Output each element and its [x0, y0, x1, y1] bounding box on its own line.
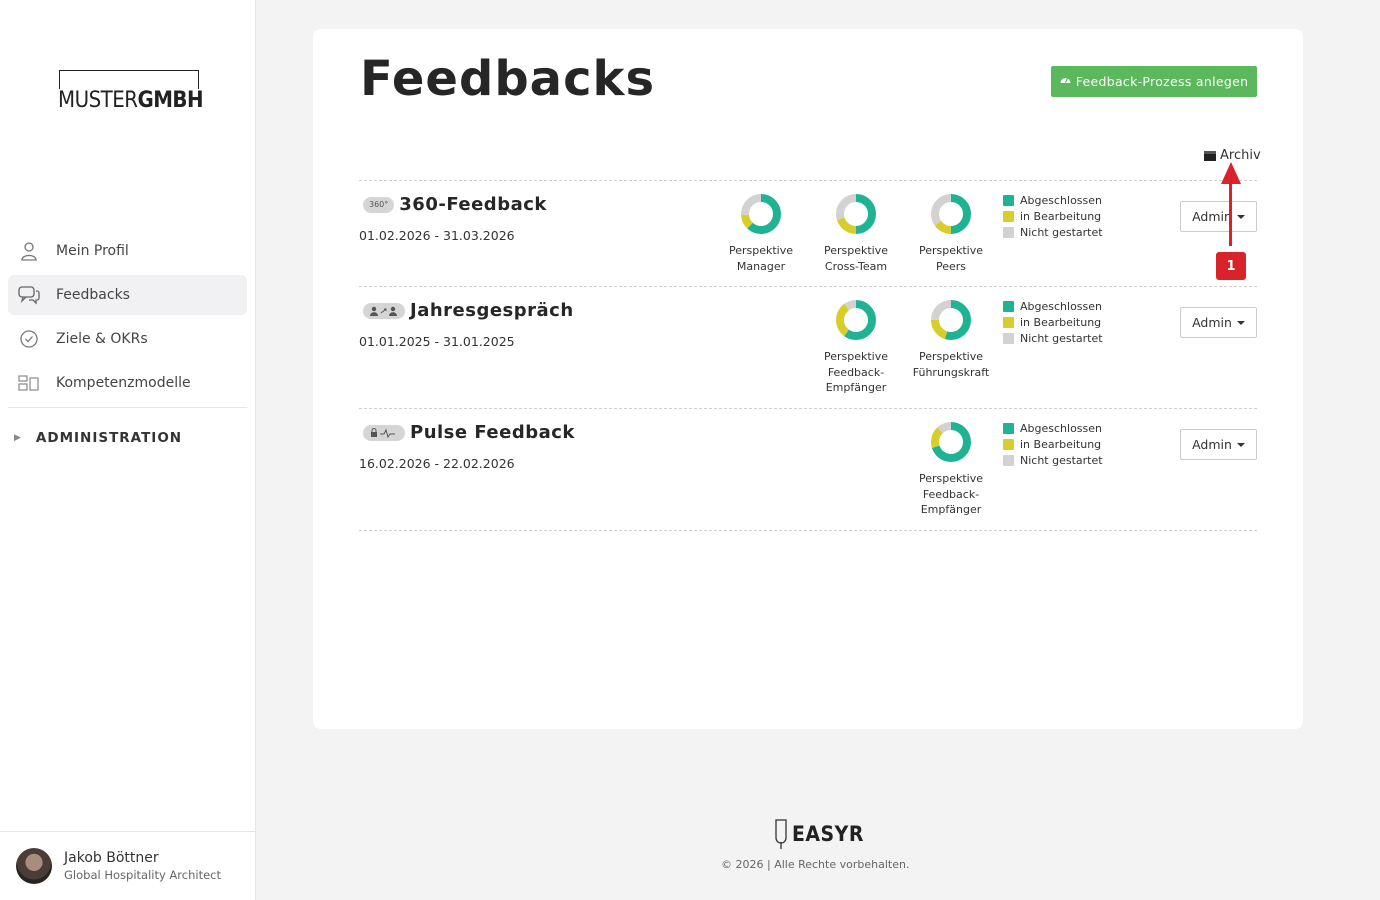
people-exchange-icon — [363, 302, 405, 319]
admin-dropdown-button[interactable]: Admin — [1180, 307, 1257, 338]
user-name: Jakob Böttner — [64, 850, 159, 866]
process-row-pulse: Pulse Feedback 16.02.2026 - 22.02.2026 P… — [359, 408, 1257, 530]
check-circle-icon — [18, 328, 40, 350]
sidebar-item-mein-profil[interactable]: Mein Profil — [8, 231, 247, 271]
sidebar-item-label: Mein Profil — [56, 243, 129, 259]
logo-text-bold: GMBH — [137, 88, 204, 113]
donut-chart — [931, 300, 971, 340]
footer-logo: EASYR — [772, 818, 864, 850]
archive-box-icon — [1204, 150, 1216, 161]
dashboard-icon — [1060, 75, 1071, 88]
process-name: Pulse Feedback — [410, 422, 575, 443]
annotation-badge: 1 — [1216, 252, 1246, 280]
company-logo[interactable]: MUSTERGMBH — [58, 70, 208, 113]
process-dates: 01.01.2025 - 31.01.2025 — [359, 334, 515, 349]
legend-swatch-in-progress — [1003, 438, 1014, 450]
perspective-fuehrungskraft[interactable]: Perspektive Führungskraft — [906, 298, 996, 380]
perspective-feedback-empfaenger[interactable]: Perspektive Feedback- Empfänger — [811, 298, 901, 396]
sidebar-section-administration[interactable]: ▶ ADMINISTRATION — [8, 416, 247, 460]
perspective-manager[interactable]: Perspektive Manager — [716, 192, 806, 274]
legend-swatch-completed — [1003, 300, 1014, 312]
legend-swatch-completed — [1003, 422, 1014, 434]
user-role: Global Hospitality Architect — [64, 868, 221, 882]
sidebar-item-ziele-okrs[interactable]: Ziele & OKRs — [8, 319, 247, 359]
perspective-peers[interactable]: Perspektive Peers — [906, 192, 996, 274]
logo-text-thin: MUSTER — [58, 88, 138, 113]
donut-chart — [741, 194, 781, 234]
list-divider — [359, 530, 1257, 531]
legend-swatch-not-started — [1003, 454, 1014, 466]
user-icon — [18, 240, 40, 262]
archive-label: Archiv — [1220, 148, 1261, 163]
process-dates: 16.02.2026 - 22.02.2026 — [359, 456, 515, 471]
perspective-feedback-empfaenger[interactable]: Perspektive Feedback- Empfänger — [906, 420, 996, 518]
model-icon — [18, 372, 40, 394]
sidebar-item-kompetenzmodelle[interactable]: Kompetenzmodelle — [8, 363, 247, 403]
donut-chart — [931, 422, 971, 462]
sidebar-item-label: Feedbacks — [56, 287, 130, 303]
page-title: Feedbacks — [360, 51, 656, 107]
perspective-label: Perspektive Manager — [728, 244, 794, 273]
pulse-icon — [363, 424, 405, 441]
status-legend: Abgeschlossen in Bearbeitung Nicht gesta… — [1003, 298, 1103, 346]
create-feedback-process-button[interactable]: Feedback-Prozess anlegen — [1051, 66, 1257, 97]
sidebar-item-label: Ziele & OKRs — [56, 331, 148, 347]
caret-down-icon — [1236, 214, 1245, 219]
perspective-label: Perspektive Feedback- Empfänger — [918, 472, 984, 516]
legend-swatch-in-progress — [1003, 316, 1014, 328]
footer-copyright: © 2026 | Alle Rechte vorbehalten. — [721, 858, 910, 871]
process-title[interactable]: Jahresgespräch — [363, 300, 574, 321]
sidebar: MUSTERGMBH Mein Profil Feedbacks Ziele &… — [0, 0, 256, 900]
legend-swatch-not-started — [1003, 226, 1014, 238]
admin-dropdown-button[interactable]: Admin — [1180, 429, 1257, 460]
avatar — [16, 848, 52, 884]
create-button-label: Feedback-Prozess anlegen — [1075, 74, 1249, 89]
annotation-arrow-line — [1229, 180, 1232, 246]
process-name: Jahresgespräch — [410, 300, 574, 321]
footer-brand: EASYR — [792, 822, 864, 846]
status-legend: Abgeschlossen in Bearbeitung Nicht gesta… — [1003, 420, 1103, 468]
sidebar-item-feedbacks[interactable]: Feedbacks — [8, 275, 247, 315]
main-card: Feedbacks Feedback-Prozess anlegen Archi… — [313, 29, 1303, 729]
process-title[interactable]: Pulse Feedback — [363, 422, 575, 443]
easyr-logo-icon — [775, 819, 787, 849]
caret-down-icon — [1236, 320, 1245, 325]
process-dates: 01.02.2026 - 31.03.2026 — [359, 228, 515, 243]
status-legend: Abgeschlossen in Bearbeitung Nicht gesta… — [1003, 192, 1103, 240]
perspective-label: Perspektive Führungskraft — [912, 350, 990, 379]
donut-chart — [931, 194, 971, 234]
sidebar-item-label: Kompetenzmodelle — [56, 375, 191, 391]
360-icon: 360° — [363, 196, 395, 213]
chat-icon — [18, 284, 40, 306]
caret-right-icon: ▶ — [14, 433, 22, 443]
caret-down-icon — [1236, 442, 1245, 447]
legend-swatch-in-progress — [1003, 210, 1014, 222]
legend-swatch-completed — [1003, 194, 1014, 206]
nav-divider — [8, 407, 247, 408]
admin-section-label: ADMINISTRATION — [35, 430, 183, 446]
archive-link[interactable]: Archiv — [1204, 148, 1261, 163]
perspective-label: Perspektive Feedback- Empfänger — [823, 350, 889, 394]
process-title[interactable]: 360° 360-Feedback — [363, 194, 547, 215]
sidebar-nav: Mein Profil Feedbacks Ziele & OKRs Kompe… — [8, 231, 247, 460]
donut-chart — [836, 300, 876, 340]
user-profile[interactable]: Jakob Böttner Global Hospitality Archite… — [0, 831, 255, 900]
donut-chart — [836, 194, 876, 234]
legend-swatch-not-started — [1003, 332, 1014, 344]
perspective-label: Perspektive Peers — [918, 244, 984, 273]
process-row-360: 360° 360-Feedback 01.02.2026 - 31.03.202… — [359, 180, 1257, 286]
perspective-cross-team[interactable]: Perspektive Cross-Team — [811, 192, 901, 274]
process-name: 360-Feedback — [399, 194, 547, 215]
perspective-label: Perspektive Cross-Team — [823, 244, 889, 273]
360-badge-label: 360° — [369, 200, 389, 209]
admin-dropdown-button[interactable]: Admin — [1180, 201, 1257, 232]
process-row-jahresgespraech: Jahresgespräch 01.01.2025 - 31.01.2025 P… — [359, 286, 1257, 408]
